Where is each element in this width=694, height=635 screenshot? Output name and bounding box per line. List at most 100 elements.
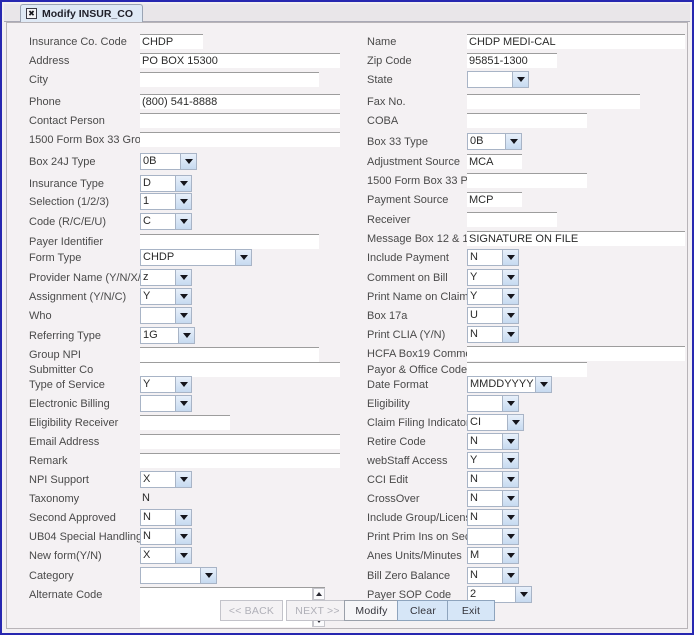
- dropdown-arrow-button[interactable]: [175, 395, 192, 412]
- dropdown-arrow-button[interactable]: [502, 509, 519, 526]
- dropdown-npi-support[interactable]: X: [140, 471, 192, 488]
- dropdown-webstaff-access[interactable]: Y: [467, 452, 519, 469]
- dropdown-arrow-button[interactable]: [502, 269, 519, 286]
- dropdown-anes-units-minutes[interactable]: M: [467, 547, 519, 564]
- close-icon[interactable]: ✖: [26, 8, 37, 19]
- dropdown-insurance-type[interactable]: D: [140, 175, 192, 192]
- dropdown-eligibility[interactable]: [467, 395, 519, 412]
- dropdown-arrow-button[interactable]: [502, 395, 519, 412]
- input-zip-code[interactable]: 95851-1300: [467, 53, 557, 68]
- tab-modify-insur-co[interactable]: ✖ Modify INSUR_CO: [20, 4, 144, 22]
- input-submitter-co[interactable]: [140, 362, 340, 377]
- dropdown-comment-on-bill[interactable]: Y: [467, 269, 519, 286]
- input-phone[interactable]: (800) 541-8888: [140, 94, 340, 109]
- input-adjustment-source[interactable]: MCA: [467, 154, 522, 169]
- dropdown-box-17a[interactable]: U: [467, 307, 519, 324]
- input-1500-form-box-33-group[interactable]: [140, 132, 340, 147]
- dropdown-arrow-button[interactable]: [200, 567, 217, 584]
- chevron-down-icon: [509, 139, 518, 144]
- dropdown-print-prim-ins-on-sec[interactable]: [467, 528, 519, 545]
- dropdown-print-clia-y-n[interactable]: N: [467, 326, 519, 343]
- dropdown-referring-type[interactable]: 1G: [140, 327, 195, 344]
- dropdown-value: Y: [467, 452, 502, 469]
- dropdown-ub04-special-handling[interactable]: N: [140, 528, 192, 545]
- dropdown-arrow-button[interactable]: [505, 133, 522, 150]
- dropdown-arrow-button[interactable]: [512, 71, 529, 88]
- dropdown-include-payment[interactable]: N: [467, 249, 519, 266]
- dropdown-retire-code[interactable]: N: [467, 433, 519, 450]
- input-hcfa-box19-comment[interactable]: [467, 346, 685, 361]
- button-modify[interactable]: Modify: [344, 600, 399, 621]
- dropdown-arrow-button[interactable]: [235, 249, 252, 266]
- dropdown-arrow-button[interactable]: [502, 249, 519, 266]
- dropdown-arrow-button[interactable]: [502, 288, 519, 305]
- dropdown-crossover[interactable]: N: [467, 490, 519, 507]
- dropdown-arrow-button[interactable]: [175, 547, 192, 564]
- dropdown-arrow-button[interactable]: [502, 433, 519, 450]
- button-clear[interactable]: Clear: [397, 600, 449, 621]
- input-fax-no[interactable]: [467, 94, 640, 109]
- dropdown-arrow-button[interactable]: [180, 153, 197, 170]
- input-group-npi[interactable]: [140, 347, 319, 362]
- dropdown-arrow-button[interactable]: [175, 213, 192, 230]
- input-message-box-12-13[interactable]: SIGNATURE ON FILE: [467, 231, 685, 246]
- dropdown-date-format[interactable]: MMDDYYYY: [467, 376, 552, 393]
- dropdown-assignment-y-n-c[interactable]: Y: [140, 288, 192, 305]
- dropdown-arrow-button[interactable]: [175, 528, 192, 545]
- dropdown-print-name-on-claim[interactable]: Y: [467, 288, 519, 305]
- dropdown-arrow-button[interactable]: [507, 414, 524, 431]
- dropdown-arrow-button[interactable]: [175, 509, 192, 526]
- input-city[interactable]: [140, 72, 319, 87]
- dropdown-arrow-button[interactable]: [175, 269, 192, 286]
- input-1500-form-box-33-pin[interactable]: [467, 173, 587, 188]
- input-remark[interactable]: [140, 453, 340, 468]
- input-email-address[interactable]: [140, 434, 340, 449]
- dropdown-form-type[interactable]: CHDP: [140, 249, 252, 266]
- dropdown-arrow-button[interactable]: [178, 327, 195, 344]
- button-exit[interactable]: Exit: [447, 600, 495, 621]
- dropdown-arrow-button[interactable]: [175, 307, 192, 324]
- dropdown-who[interactable]: [140, 307, 192, 324]
- dropdown-arrow-button[interactable]: [502, 528, 519, 545]
- dropdown-arrow-button[interactable]: [502, 326, 519, 343]
- dropdown-arrow-button[interactable]: [502, 471, 519, 488]
- dropdown-arrow-button[interactable]: [175, 376, 192, 393]
- dropdown-arrow-button[interactable]: [175, 193, 192, 210]
- dropdown-box-24j-type[interactable]: 0B: [140, 153, 197, 170]
- dropdown-arrow-button[interactable]: [502, 547, 519, 564]
- scroll-up-icon[interactable]: [313, 588, 325, 600]
- dropdown-arrow-button[interactable]: [535, 376, 552, 393]
- dropdown-arrow-button[interactable]: [502, 567, 519, 584]
- dropdown-type-of-service[interactable]: Y: [140, 376, 192, 393]
- dropdown-box-33-type[interactable]: 0B: [467, 133, 522, 150]
- dropdown-new-form-y-n[interactable]: X: [140, 547, 192, 564]
- dropdown-include-group-license[interactable]: N: [467, 509, 519, 526]
- input-name[interactable]: CHDP MEDI-CAL: [467, 34, 685, 49]
- dropdown-second-approved[interactable]: N: [140, 509, 192, 526]
- input-contact-person[interactable]: [140, 113, 340, 128]
- dropdown-arrow-button[interactable]: [502, 307, 519, 324]
- dropdown-state[interactable]: [467, 71, 529, 88]
- dropdown-selection-1-2-3[interactable]: 1: [140, 193, 192, 210]
- input-address[interactable]: PO BOX 15300: [140, 53, 340, 68]
- dropdown-arrow-button[interactable]: [175, 288, 192, 305]
- dropdown-bill-zero-balance[interactable]: N: [467, 567, 519, 584]
- dropdown-provider-name-y-n-x-z[interactable]: z: [140, 269, 192, 286]
- dropdown-arrow-button[interactable]: [502, 490, 519, 507]
- dropdown-category[interactable]: [140, 567, 217, 584]
- dropdown-electronic-billing[interactable]: [140, 395, 192, 412]
- input-receiver[interactable]: [467, 212, 557, 227]
- input-payer-identifier[interactable]: [140, 234, 319, 249]
- dropdown-cci-edit[interactable]: N: [467, 471, 519, 488]
- form-row: NPI Support X: [7, 471, 357, 490]
- dropdown-claim-filing-indicator[interactable]: CI: [467, 414, 524, 431]
- input-payment-source[interactable]: MCP: [467, 192, 522, 207]
- input-coba[interactable]: [467, 113, 587, 128]
- dropdown-code-r-c-e-u[interactable]: C: [140, 213, 192, 230]
- dropdown-arrow-button[interactable]: [175, 175, 192, 192]
- input-eligibility-receiver[interactable]: [140, 415, 230, 430]
- input-insurance-co-code[interactable]: CHDP: [140, 34, 203, 49]
- dropdown-arrow-button[interactable]: [502, 452, 519, 469]
- input-payor-office-code[interactable]: [467, 362, 587, 377]
- dropdown-arrow-button[interactable]: [175, 471, 192, 488]
